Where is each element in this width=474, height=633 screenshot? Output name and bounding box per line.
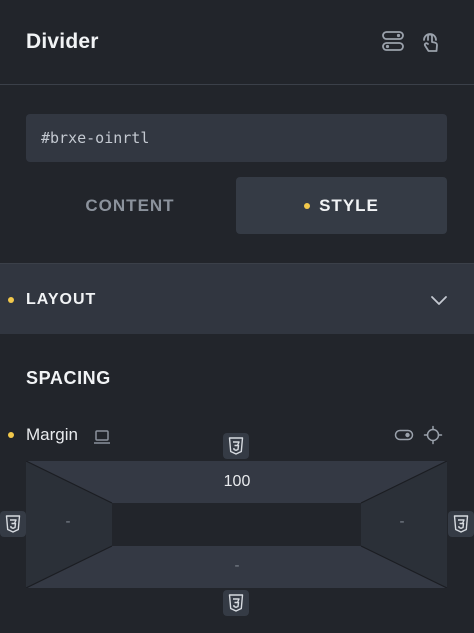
tab-style[interactable]: STYLE xyxy=(236,177,447,234)
laptop-breakpoint-icon[interactable] xyxy=(92,427,112,447)
margin-top-value: 100 xyxy=(223,473,251,490)
element-title: Divider xyxy=(26,30,99,53)
margin-box-editor: 100 - - - xyxy=(26,461,447,588)
modified-dot-icon xyxy=(8,297,14,303)
tab-content-label: CONTENT xyxy=(85,195,175,215)
margin-label: Margin xyxy=(26,425,78,444)
css3-icon-right[interactable] xyxy=(448,511,474,537)
modified-dot-icon xyxy=(304,202,311,209)
css-id-input[interactable] xyxy=(26,114,447,162)
link-values-icon[interactable] xyxy=(423,425,443,445)
tab-style-label: STYLE xyxy=(319,195,379,215)
tab-content[interactable]: CONTENT xyxy=(26,177,234,234)
spacing-heading: SPACING xyxy=(26,368,111,388)
margin-bottom-value: - xyxy=(234,557,240,574)
section-layout[interactable]: LAYOUT xyxy=(0,263,474,334)
css3-icon-bottom[interactable] xyxy=(223,590,249,616)
section-layout-title: LAYOUT xyxy=(26,291,97,308)
modified-dot-icon xyxy=(8,432,14,438)
chevron-down-icon[interactable] xyxy=(429,290,449,310)
toggle-icon[interactable] xyxy=(394,425,414,445)
css3-icon-left[interactable] xyxy=(0,511,26,537)
toggle-rows-icon[interactable] xyxy=(380,28,406,54)
margin-right-value: - xyxy=(399,513,405,530)
pointer-hand-icon[interactable] xyxy=(417,28,443,54)
css3-icon-top[interactable] xyxy=(223,433,249,459)
panel-header: Divider xyxy=(0,0,474,85)
margin-left-value: - xyxy=(65,513,71,530)
